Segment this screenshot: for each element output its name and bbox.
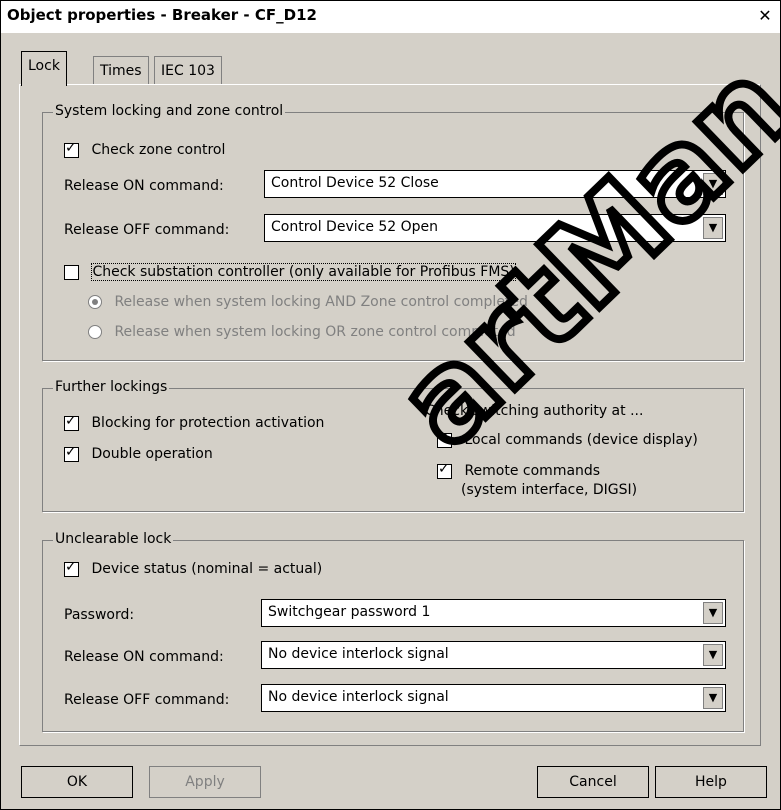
release-on-value: Control Device 52 Close: [271, 175, 439, 191]
radio-or-button[interactable]: [88, 325, 102, 339]
check-substation-label: Check substation controller (only availa…: [91, 263, 516, 281]
unclearable-release-on-value: No device interlock signal: [268, 646, 449, 662]
check-zone-control-checkbox[interactable]: [64, 140, 79, 158]
remote-commands-checkbox[interactable]: [437, 461, 452, 479]
tab-iec-103[interactable]: IEC 103: [154, 56, 222, 85]
unclearable-release-on-label: Release ON command:: [64, 649, 224, 665]
window-title: Object properties - Breaker - CF_D12: [7, 6, 317, 24]
chevron-down-icon[interactable]: ▼: [703, 602, 723, 624]
check-zone-control-label: Check zone control: [91, 142, 226, 158]
tab-lock[interactable]: Lock: [21, 51, 67, 86]
local-commands-checkbox[interactable]: [437, 430, 452, 448]
remote-commands[interactable]: Remote commands: [437, 461, 601, 479]
help-button[interactable]: Help: [655, 766, 767, 798]
apply-button[interactable]: Apply: [149, 766, 261, 798]
release-on-select[interactable]: Control Device 52 Close ▼: [264, 170, 726, 198]
device-status[interactable]: Device status (nominal = actual): [64, 559, 323, 577]
local-commands[interactable]: Local commands (device display): [437, 430, 698, 448]
unclearable-release-off-select[interactable]: No device interlock signal ▼: [261, 684, 726, 712]
radio-or-label: Release when system locking OR zone cont…: [114, 324, 516, 340]
further-lockings-group: Further lockings Blocking for protection…: [42, 379, 744, 512]
check-zone-control[interactable]: Check zone control: [64, 140, 226, 158]
check-substation-checkbox[interactable]: [64, 264, 79, 280]
tab-panel: System locking and zone control Check zo…: [19, 84, 761, 746]
blocking-protection-label: Blocking for protection activation: [91, 415, 325, 431]
release-off-label: Release OFF command:: [64, 222, 230, 238]
release-off-value: Control Device 52 Open: [271, 219, 439, 235]
tab-times-label: Times: [100, 63, 142, 79]
double-operation[interactable]: Double operation: [64, 444, 213, 462]
release-on-label: Release ON command:: [64, 178, 224, 194]
blocking-protection[interactable]: Blocking for protection activation: [64, 413, 325, 431]
unclearable-lock-title: Unclearable lock: [53, 531, 174, 547]
title-bar: Object properties - Breaker - CF_D12 ✕: [1, 1, 780, 33]
system-locking-group: System locking and zone control Check zo…: [42, 103, 744, 361]
ok-button[interactable]: OK: [21, 766, 133, 798]
dialog-window: Object properties - Breaker - CF_D12 ✕ L…: [0, 0, 781, 810]
local-commands-label: Local commands (device display): [464, 432, 698, 448]
unclearable-release-off-label: Release OFF command:: [64, 692, 230, 708]
tab-times[interactable]: Times: [93, 56, 149, 85]
radio-release-and[interactable]: Release when system locking AND Zone con…: [88, 294, 528, 310]
unclearable-lock-group: Unclearable lock Device status (nominal …: [42, 531, 744, 732]
remote-commands-label: Remote commands: [464, 463, 601, 479]
cancel-button[interactable]: Cancel: [537, 766, 649, 798]
chevron-down-icon[interactable]: ▼: [703, 644, 723, 666]
switching-authority-label: Check switching authority at ...: [425, 403, 644, 419]
radio-release-or[interactable]: Release when system locking OR zone cont…: [88, 324, 516, 340]
double-operation-label: Double operation: [91, 446, 213, 462]
chevron-down-icon[interactable]: ▼: [703, 687, 723, 709]
password-label: Password:: [64, 607, 135, 623]
tab-lock-label: Lock: [28, 58, 60, 74]
system-locking-title: System locking and zone control: [53, 103, 286, 119]
check-substation-controller[interactable]: Check substation controller (only availa…: [64, 263, 516, 281]
further-lockings-title: Further lockings: [53, 379, 170, 395]
tab-iec-103-label: IEC 103: [161, 63, 215, 79]
remote-commands-sublabel: (system interface, DIGSI): [461, 482, 638, 498]
password-select[interactable]: Switchgear password 1 ▼: [261, 599, 726, 627]
close-icon[interactable]: ✕: [756, 7, 774, 25]
blocking-protection-checkbox[interactable]: [64, 413, 79, 431]
device-status-label: Device status (nominal = actual): [91, 561, 323, 577]
chevron-down-icon[interactable]: ▼: [703, 217, 723, 239]
double-operation-checkbox[interactable]: [64, 444, 79, 462]
chevron-down-icon[interactable]: ▼: [703, 173, 723, 195]
password-value: Switchgear password 1: [268, 604, 431, 620]
radio-and-label: Release when system locking AND Zone con…: [114, 294, 528, 310]
unclearable-release-off-value: No device interlock signal: [268, 689, 449, 705]
unclearable-release-on-select[interactable]: No device interlock signal ▼: [261, 641, 726, 669]
release-off-select[interactable]: Control Device 52 Open ▼: [264, 214, 726, 242]
radio-and-button[interactable]: [88, 295, 102, 309]
device-status-checkbox[interactable]: [64, 559, 79, 577]
